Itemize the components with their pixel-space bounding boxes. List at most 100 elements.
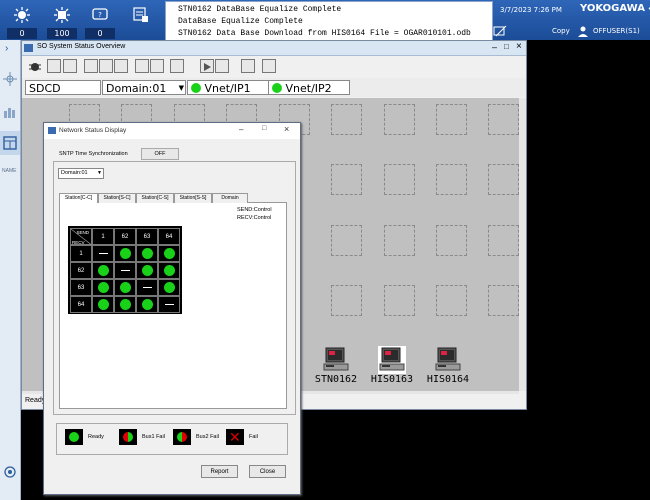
recv-control-label: RECV:Control [237,215,272,221]
sntp-value: OFF [141,148,179,160]
brand-text: YOKOGAWA [580,3,646,14]
station-his0164[interactable]: HIS0164 [423,346,473,385]
message-line-3: STN0162 Data Base Download from HIS0164 … [178,29,471,38]
maximize-icon[interactable]: □ [504,42,509,51]
legend-bus2-fail-label: Bus2 Fail [196,434,219,440]
vnet1-status: Vnet/IP1 [187,80,269,95]
tool-button-9[interactable] [170,59,184,73]
matrix-self-cell [136,279,158,296]
tool-button-13[interactable] [262,59,276,73]
station-stn0162[interactable]: STN0162 [311,346,361,385]
dropdown-arrow-icon: ▼ [178,84,184,92]
computer-icon [378,346,406,374]
station-slot [384,164,415,195]
nsd-domain-select[interactable]: Domain:01 ▼ [58,168,104,179]
tool-button-4[interactable] [84,59,98,73]
tab-domain[interactable]: Domain [212,193,248,203]
close-icon[interactable]: × [516,41,522,52]
matrix-ready-cell [136,245,158,262]
settings-icon[interactable] [3,465,17,479]
tool-button-2[interactable] [47,59,61,73]
guide-message-icon: ? [92,8,108,20]
tool-button-6[interactable] [114,59,128,73]
station-label: STN0162 [314,374,358,385]
domain-select[interactable]: Domain:01 ▼ [102,80,186,95]
computer-icon [435,347,461,371]
alarm-count: 0 [7,28,37,39]
matrix-self-cell [158,296,180,313]
matrix-ready-cell [136,262,158,279]
table-icon [3,136,17,150]
overview-status-row: SDCD Domain:01 ▼ Vnet/IP1 Vnet/IP2 [22,78,526,97]
tab-station-cs[interactable]: Station[C-S] [136,193,174,203]
overview-titlebar: SO System Status Overview – □ × [22,41,526,56]
domain-select-value: Domain:01 [106,82,167,95]
expand-chevron-icon[interactable]: › [5,43,8,54]
station-slot [436,104,467,135]
tab-station-ss[interactable]: Station[S-S] [174,193,212,203]
station-label: HIS0163 [370,374,414,385]
trend-icon[interactable] [3,105,17,119]
nsd-title: Network Status Display [59,127,127,134]
station-slot [384,104,415,135]
matrix-ready-cell [158,262,180,279]
network-icon[interactable] [3,72,17,86]
close-button[interactable]: Close [249,465,286,478]
tool-button-12[interactable] [241,59,255,73]
station-slot [331,225,362,256]
matrix-ready-cell [92,296,114,313]
operator-guide-button[interactable]: ? 0 [83,4,117,39]
vnet2-ok-icon [272,83,282,93]
dialog-close-icon[interactable]: × [284,124,289,134]
message-line-2: DataBase Equalize Complete [178,17,303,26]
dialog-maximize-icon[interactable]: □ [262,125,266,132]
stop-button[interactable] [215,59,229,73]
station-slot [331,164,362,195]
station-slot [384,225,415,256]
undock-icon[interactable] [493,24,507,37]
message-icon [133,7,148,22]
copy-button[interactable]: Copy [552,27,570,35]
matrix-ready-cell [92,262,114,279]
tab-station-sc[interactable]: Station[S-C] [98,193,136,203]
alarm-icon [14,7,30,23]
matrix-self-cell [114,262,136,279]
vnet2-label: Vnet/IP2 [285,82,332,95]
station-slot [488,285,519,316]
legend-fail-icon: ✕ [226,429,244,445]
station-slot [436,164,467,195]
process-alarm-button[interactable]: 0 [5,4,39,39]
message-monitor[interactable]: STN0162 DataBase Equalize Complete DataB… [165,1,493,41]
tab-station-cc[interactable]: Station[C-C] [59,193,98,203]
grid-view-tab[interactable] [0,131,20,155]
computer-icon [323,347,349,371]
tool-button-8[interactable] [150,59,164,73]
station-slot [488,104,519,135]
station-label: HIS0164 [426,374,470,385]
play-button[interactable] [200,59,214,73]
station-his0163[interactable]: HIS0163 [367,346,417,385]
minimize-icon[interactable]: – [492,42,497,52]
vnet2-status: Vnet/IP2 [268,80,350,95]
vertical-scrollbar[interactable] [519,98,526,391]
matrix-self-cell [92,245,114,262]
status-legend: Ready Bus1 Fail Bus2 Fail ✕ Fail [56,423,288,455]
tool-button-3[interactable] [63,59,77,73]
svg-text:?: ? [98,11,102,19]
bug-icon[interactable] [28,59,42,73]
tool-button-7[interactable] [135,59,149,73]
tool-button-5[interactable] [99,59,113,73]
matrix-ready-cell [114,245,136,262]
user-name[interactable]: OFFUSER(S1) [593,27,640,35]
matrix-ready-cell [114,279,136,296]
vnet1-ok-icon [191,83,201,93]
report-button[interactable]: Report [201,465,238,478]
message-monitor-button[interactable] [124,4,158,30]
system-name: SDCD [25,80,101,95]
send-control-label: SEND:Control [237,207,272,213]
brand-logo: YOKOGAWA ◆ [580,3,650,14]
network-status-dialog: Network Status Display – □ × SNTP Time S… [43,122,301,495]
dialog-minimize-icon[interactable]: – [239,125,243,134]
matrix-row-header: 1 [70,245,92,262]
system-alarm-button[interactable]: 100 [45,4,79,39]
